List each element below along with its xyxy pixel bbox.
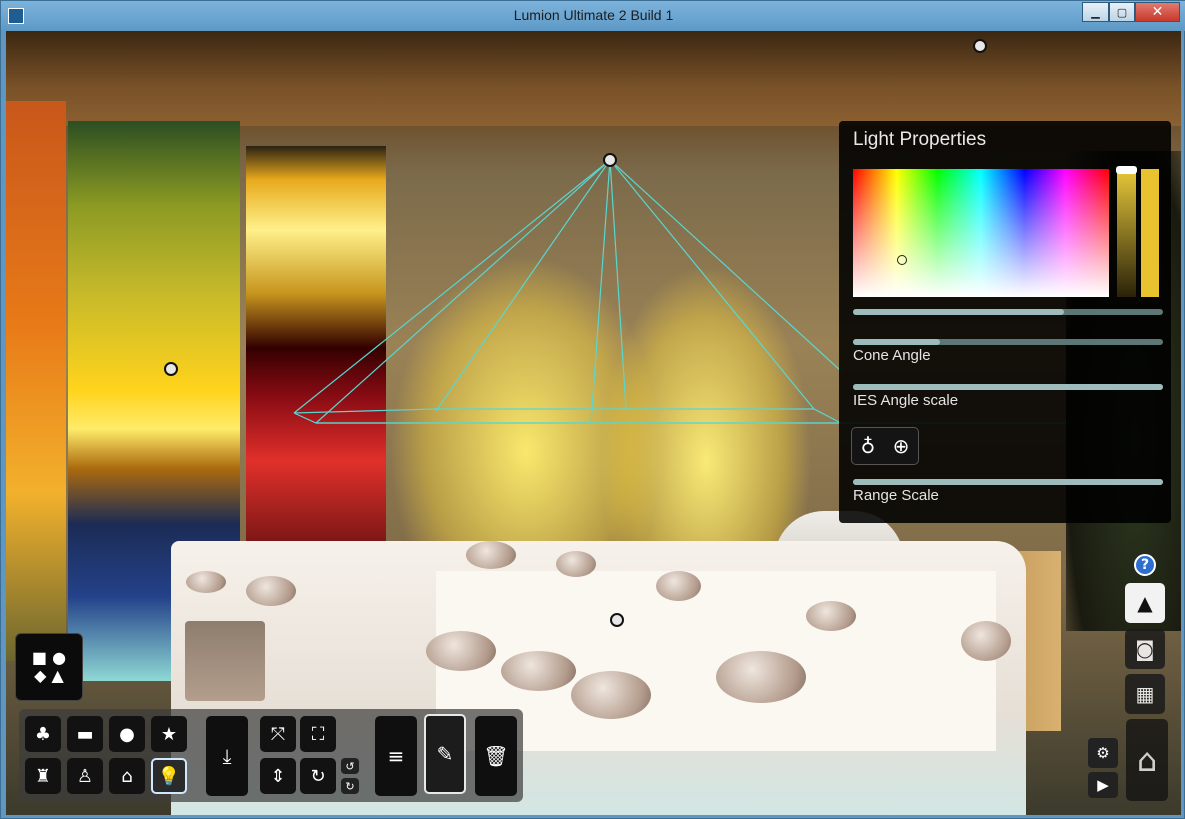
selected-color-swatch xyxy=(1141,169,1159,297)
title-bar: Lumion Ultimate 2 Build 1 ▁ ▢ ✕ xyxy=(1,1,1185,31)
rotate-right-button[interactable]: ↻ xyxy=(341,778,359,794)
help-button[interactable]: ? xyxy=(1134,554,1156,576)
ies-profile-button[interactable]: ♁ ⊕ xyxy=(851,427,919,465)
ies-angle-scale-slider[interactable] xyxy=(853,384,1163,390)
cone-angle-slider[interactable] xyxy=(853,339,1163,345)
trash-icon: 🗑 xyxy=(483,744,509,768)
gear-icon: ⚙ xyxy=(1096,744,1110,762)
color-intensity-slider[interactable] xyxy=(853,309,1163,315)
shapes-icon: ■ ● ◆ ▲ xyxy=(31,648,67,685)
rocks-category-button[interactable]: ● xyxy=(109,716,145,752)
height-icon: ⇕ xyxy=(270,765,286,787)
scale-icon: ⛶ xyxy=(311,723,325,745)
slider-fill xyxy=(853,339,940,345)
chair-icon: ♜ xyxy=(34,765,52,787)
rotate-left-button[interactable]: ↺ xyxy=(341,758,359,774)
light-marker[interactable] xyxy=(603,153,617,167)
close-icon: ✕ xyxy=(1151,4,1164,20)
settings-button[interactable]: ⚙ xyxy=(1088,738,1118,768)
home-button[interactable]: ⌂ xyxy=(1126,719,1168,801)
tree-category-button[interactable]: ♣ xyxy=(25,716,61,752)
slider-fill xyxy=(853,479,1163,485)
slider-fill xyxy=(853,384,1163,390)
slider-fill xyxy=(853,309,1064,315)
tree-icon: ♣ xyxy=(34,723,52,745)
landscape-mode-icon: ▲ xyxy=(1137,591,1153,615)
shapes-button[interactable]: ■ ● ◆ ▲ xyxy=(15,633,83,701)
maximize-button[interactable]: ▢ xyxy=(1109,2,1135,22)
object-preview-thumbnail[interactable] xyxy=(185,621,265,701)
brightness-handle[interactable] xyxy=(1116,166,1137,174)
chair-category-button[interactable]: ♜ xyxy=(25,758,61,794)
range-scale-label: Range Scale xyxy=(853,487,939,504)
color-picker-cursor[interactable] xyxy=(897,255,907,265)
brightness-slider[interactable] xyxy=(1117,169,1136,297)
panel-title: Light Properties xyxy=(853,129,987,150)
place-object-button[interactable]: ⤓ xyxy=(206,716,248,796)
light-bulb-icon: ♁ xyxy=(860,434,876,458)
list-button[interactable]: ≡ xyxy=(375,716,417,796)
light-marker[interactable] xyxy=(610,613,624,627)
rocks-icon: ● xyxy=(119,723,135,745)
app-window: Lumion Ultimate 2 Build 1 ▁ ▢ ✕ Light Pr… xyxy=(0,0,1185,819)
house-category-button[interactable]: ⌂ xyxy=(109,758,145,794)
landscape-mode-button[interactable]: ▲ xyxy=(1125,583,1165,623)
window-title: Lumion Ultimate 2 Build 1 xyxy=(513,7,674,23)
movie-mode-button[interactable]: ▦ xyxy=(1125,674,1165,714)
light-category-button[interactable]: 💡 xyxy=(151,758,187,794)
rotate-right-icon: ↻ xyxy=(345,779,355,793)
help-icon: ? xyxy=(1140,557,1150,573)
color-picker[interactable] xyxy=(853,169,1109,297)
home-icon: ⌂ xyxy=(1136,741,1158,779)
minimize-button[interactable]: ▁ xyxy=(1082,2,1109,22)
move-icon: ⤧ xyxy=(270,723,286,745)
house-icon: ⌂ xyxy=(121,765,133,787)
car-category-button[interactable]: ▬ xyxy=(67,716,103,752)
ies-angle-scale-label: IES Angle scale xyxy=(853,392,959,409)
effects-category-button[interactable]: ★ xyxy=(151,716,187,752)
play-icon: ▶ xyxy=(1097,776,1109,794)
rotate-button[interactable]: ↻ xyxy=(300,758,336,794)
light-marker[interactable] xyxy=(164,362,178,376)
light-icon: 💡 xyxy=(157,765,181,787)
play-button[interactable]: ▶ xyxy=(1088,772,1118,798)
movie-mode-icon: ▦ xyxy=(1135,682,1155,706)
person-category-button[interactable]: ♙ xyxy=(67,758,103,794)
photo-mode-icon: ◙ xyxy=(1135,637,1155,661)
minimize-icon: ▁ xyxy=(1091,5,1100,19)
effects-icon: ★ xyxy=(160,723,178,745)
maximize-icon: ▢ xyxy=(1116,5,1128,19)
place-object-icon: ⤓ xyxy=(222,744,232,768)
edit-properties-button[interactable]: ✎ xyxy=(424,714,466,794)
range-scale-slider[interactable] xyxy=(853,479,1163,485)
list-icon: ≡ xyxy=(387,744,405,768)
rotate-left-icon: ↺ xyxy=(345,759,355,773)
cone-angle-label: Cone Angle xyxy=(853,347,931,364)
edit-pencil-icon: ✎ xyxy=(436,742,454,766)
scale-button[interactable]: ⛶ xyxy=(300,716,336,752)
crosshair-icon: ⊕ xyxy=(892,434,910,458)
person-icon: ♙ xyxy=(76,765,94,787)
move-button[interactable]: ⤧ xyxy=(260,716,296,752)
light-properties-panel: Light Properties Cone Angle IES Angle sc… xyxy=(839,121,1171,523)
light-marker[interactable] xyxy=(973,39,987,53)
photo-mode-button[interactable]: ◙ xyxy=(1125,629,1165,669)
car-icon: ▬ xyxy=(76,723,94,745)
close-button[interactable]: ✕ xyxy=(1135,2,1180,22)
delete-button[interactable]: 🗑 xyxy=(475,716,517,796)
rotate-icon: ↻ xyxy=(310,765,326,787)
height-button[interactable]: ⇕ xyxy=(260,758,296,794)
